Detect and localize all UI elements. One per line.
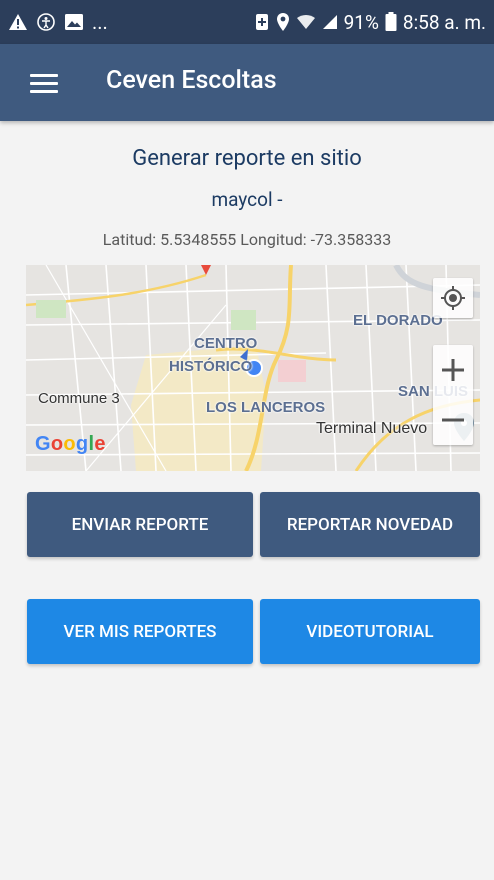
hamburger-menu-icon[interactable] xyxy=(30,74,58,94)
map-label-el-dorado: EL DORADO xyxy=(353,312,443,329)
videotutorial-button[interactable]: VIDEOTUTORIAL xyxy=(260,599,480,664)
map-view[interactable]: EL DORADO CENTRO HISTÓRICO Commune 3 LOS… xyxy=(26,265,480,471)
zoom-controls xyxy=(433,345,473,445)
enviar-reporte-button[interactable]: ENVIAR REPORTE xyxy=(27,492,253,557)
my-location-button[interactable] xyxy=(433,278,473,318)
battery-percent: 91% xyxy=(343,10,379,34)
location-pin-icon xyxy=(276,12,290,32)
app-bar: Ceven Escoltas xyxy=(0,44,494,121)
status-bar: ... 91% 8:58 a. m. xyxy=(0,0,494,44)
battery-saver-icon xyxy=(254,12,270,32)
wifi-icon xyxy=(296,13,316,31)
map-label-los-lanceros: LOS LANCEROS xyxy=(206,399,326,416)
map-label-terminal: Terminal Nuevo xyxy=(316,420,428,437)
accessibility-icon xyxy=(36,12,56,32)
app-title: Ceven Escoltas xyxy=(106,66,277,95)
clock: 8:58 a. m. xyxy=(402,10,486,34)
zoom-out-icon[interactable] xyxy=(433,395,473,445)
status-bar-system: 91% 8:58 a. m. xyxy=(254,0,486,44)
reportar-novedad-button[interactable]: REPORTAR NOVEDAD xyxy=(260,492,480,557)
signal-icon xyxy=(322,14,338,30)
status-bar-notifications: ... xyxy=(8,0,108,44)
coordinates-text: Latitud: 5.5348555 Longitud: -73.358333 xyxy=(102,230,392,249)
map-label-centro: CENTRO xyxy=(194,335,258,352)
image-icon xyxy=(64,13,84,31)
battery-icon xyxy=(385,12,397,32)
warning-icon xyxy=(8,13,28,31)
my-location-icon xyxy=(441,286,465,310)
ver-mis-reportes-button[interactable]: VER MIS REPORTES xyxy=(27,599,253,664)
map-label-commune: Commune 3 xyxy=(38,390,120,407)
zoom-in-icon[interactable] xyxy=(433,345,473,395)
google-logo: Google xyxy=(35,433,106,455)
page-title: Generar reporte en sitio xyxy=(132,146,362,171)
user-name: maycol - xyxy=(211,188,283,211)
notification-overflow: ... xyxy=(92,10,108,34)
map-label-historico: HISTÓRICO xyxy=(169,358,253,375)
